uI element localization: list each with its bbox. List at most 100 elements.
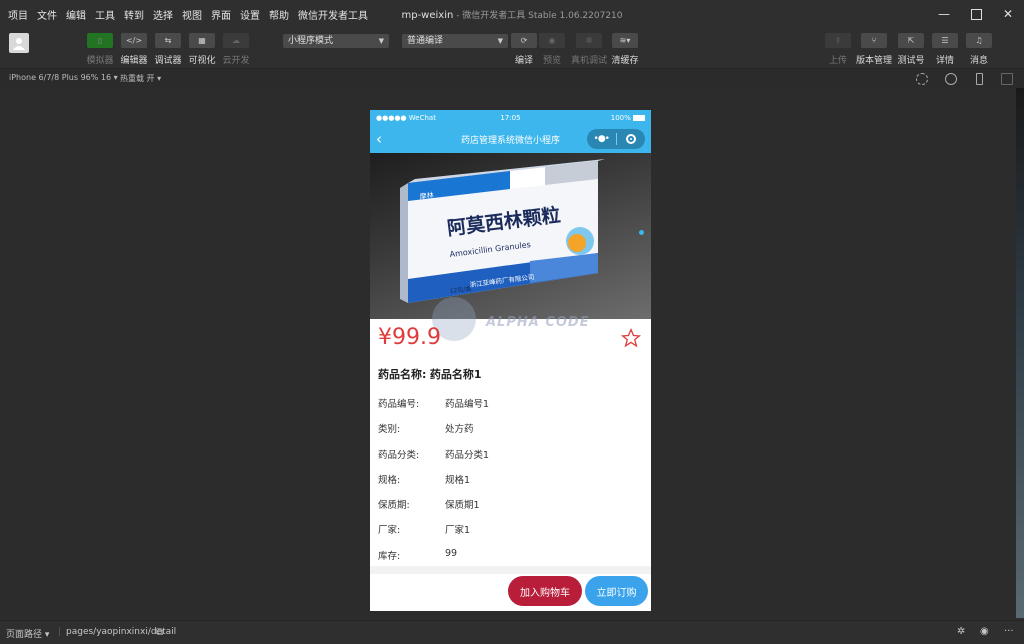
buy-now-button[interactable]: 立即订购 bbox=[585, 576, 648, 606]
mode-select[interactable]: 小程序模式 ▼ bbox=[283, 34, 389, 48]
maximize-icon[interactable] bbox=[960, 0, 992, 28]
swiper-indicator[interactable] bbox=[639, 230, 644, 235]
editor-button[interactable]: </> 编辑器 bbox=[120, 33, 148, 66]
menu-lines-icon: ☰ bbox=[932, 33, 958, 48]
hot-reload-toggle[interactable]: 热重载 开 ▾ bbox=[120, 73, 161, 84]
upload-label: 上传 bbox=[828, 56, 847, 66]
page-path-toggle[interactable]: 页面路径 ▾ bbox=[6, 627, 49, 640]
menu-help[interactable]: 帮助 bbox=[269, 7, 289, 22]
preview-button[interactable]: ◉ 预览 bbox=[538, 33, 566, 66]
version-button[interactable]: ⑂ 版本管理 bbox=[856, 33, 892, 66]
page-title: 药店管理系统微信小程序 bbox=[460, 135, 560, 146]
eye-icon[interactable]: ◉ bbox=[980, 626, 989, 637]
preview-label: 预览 bbox=[542, 56, 561, 66]
external-link-icon: ⇱ bbox=[898, 33, 924, 48]
compile-select[interactable]: 普通编译 ▼ bbox=[402, 34, 508, 48]
cloud-button[interactable]: ☁ 云开发 bbox=[222, 33, 250, 66]
simulator-label: 模拟器 bbox=[86, 56, 114, 66]
message-button[interactable]: ♫ 消息 bbox=[965, 33, 993, 66]
detail-value: 处方药 bbox=[445, 424, 474, 436]
device-select-value: iPhone 6/7/8 Plus 96% 16 bbox=[9, 73, 112, 82]
detail-label: 详情 bbox=[935, 56, 954, 66]
detail-button[interactable]: ☰ 详情 bbox=[931, 33, 959, 66]
menu-interface[interactable]: 界面 bbox=[211, 7, 231, 22]
loading-icon[interactable] bbox=[916, 73, 928, 85]
medicine-box-image: 阿莫西林颗粒 Amoxicillin Granules 摩林 12包/盒 浙江亚… bbox=[400, 159, 605, 303]
debug-icon: ⇆ bbox=[155, 33, 181, 48]
favorite-star-icon[interactable] bbox=[621, 328, 641, 348]
window-title-project: mp-weixin bbox=[401, 9, 454, 21]
menu-project[interactable]: 项目 bbox=[8, 7, 28, 22]
layout-icon: ▦ bbox=[189, 33, 215, 48]
more-icon[interactable]: •●• bbox=[587, 134, 616, 144]
drug-name-value: 药品名称1 bbox=[429, 368, 482, 381]
menu-edit[interactable]: 编辑 bbox=[66, 7, 86, 22]
phone-outline-icon[interactable] bbox=[976, 73, 983, 85]
detail-key: 保质期: bbox=[378, 500, 410, 512]
capsule-menu: •●• bbox=[587, 129, 645, 149]
action-bar: 加入购物车 立即订购 bbox=[370, 574, 651, 611]
detail-key: 药品编号: bbox=[378, 399, 420, 410]
product-image-swiper[interactable]: 阿莫西林颗粒 Amoxicillin Granules 摩林 12包/盒 浙江亚… bbox=[370, 153, 651, 319]
phone-status-bar: ●●●●● WeChat 17:05 100% bbox=[370, 110, 651, 125]
compile-button[interactable]: ⟳ 编译 bbox=[510, 33, 538, 66]
detail-value: 规格1 bbox=[445, 474, 471, 486]
window-controls: — ✕ bbox=[928, 0, 1024, 28]
copy-icon[interactable]: ⧉ bbox=[156, 627, 163, 638]
clear-cache-button[interactable]: ≋▾ 清缓存 bbox=[611, 33, 639, 66]
simulator-button[interactable]: ▯ 模拟器 bbox=[86, 33, 114, 66]
record-icon[interactable] bbox=[945, 73, 957, 85]
test-account-button[interactable]: ⇱ 测试号 bbox=[897, 33, 925, 66]
remote-debug-label: 真机调试 bbox=[571, 56, 608, 66]
simulator-subbar: iPhone 6/7/8 Plus 96% 16 ▾ 热重载 开 ▾ bbox=[0, 68, 1024, 88]
user-icon bbox=[13, 38, 25, 50]
detail-value: 厂家1 bbox=[445, 525, 471, 537]
menu-items: 项目 文件 编辑 工具 转到 选择 视图 界面 设置 帮助 微信开发者工具 bbox=[0, 7, 377, 22]
detail-value: 药品编号1 bbox=[445, 399, 490, 410]
avatar[interactable] bbox=[9, 33, 29, 53]
bug-icon[interactable]: ✲ bbox=[957, 626, 965, 637]
chevron-down-icon: ▼ bbox=[378, 37, 384, 45]
minimize-icon[interactable]: — bbox=[928, 0, 960, 28]
more-horizontal-icon[interactable]: ··· bbox=[1004, 626, 1014, 637]
detail-key: 类别: bbox=[378, 424, 401, 436]
detail-row: 药品编号: 药品编号1 bbox=[378, 396, 643, 421]
version-label: 版本管理 bbox=[856, 56, 893, 66]
visual-label: 可视化 bbox=[188, 56, 216, 66]
menu-select[interactable]: 选择 bbox=[153, 7, 173, 22]
detail-row: 保质期: 保质期1 bbox=[378, 497, 643, 522]
back-icon[interactable]: ‹ bbox=[376, 130, 382, 148]
add-to-cart-button[interactable]: 加入购物车 bbox=[508, 576, 582, 606]
detail-key: 厂家: bbox=[378, 525, 401, 537]
phone-simulator: ●●●●● WeChat 17:05 100% ‹ 药店管理系统微信小程序 •●… bbox=[370, 110, 651, 611]
separator: | bbox=[58, 627, 62, 637]
visual-button[interactable]: ▦ 可视化 bbox=[188, 33, 216, 66]
upload-button[interactable]: ⇪ 上传 bbox=[824, 33, 852, 66]
debugger-label: 调试器 bbox=[154, 56, 182, 66]
phone-icon: ▯ bbox=[87, 33, 113, 48]
menu-settings[interactable]: 设置 bbox=[240, 7, 260, 22]
price-row: ALPHA CODE ¥99.9 bbox=[370, 297, 651, 357]
menu-view[interactable]: 视图 bbox=[182, 7, 202, 22]
branch-icon: ⑂ bbox=[861, 33, 887, 48]
mode-select-value: 小程序模式 bbox=[288, 36, 334, 46]
compile-select-value: 普通编译 bbox=[407, 36, 444, 46]
chevron-down-icon: ▼ bbox=[497, 37, 503, 45]
menu-file[interactable]: 文件 bbox=[37, 7, 57, 22]
detach-window-icon[interactable] bbox=[1001, 73, 1013, 85]
close-icon[interactable]: ✕ bbox=[992, 0, 1024, 28]
detail-value: 保质期1 bbox=[445, 500, 480, 512]
editor-label: 编辑器 bbox=[120, 56, 148, 66]
device-select[interactable]: iPhone 6/7/8 Plus 96% 16 ▾ bbox=[9, 73, 118, 82]
menu-devtools[interactable]: 微信开发者工具 bbox=[298, 7, 368, 22]
remote-debug-button[interactable]: ✲ 真机调试 bbox=[571, 33, 607, 66]
background-image-strip bbox=[1016, 88, 1024, 618]
close-miniprogram-icon[interactable] bbox=[617, 134, 646, 144]
clear-cache-label: 清缓存 bbox=[611, 56, 639, 66]
menu-tools[interactable]: 工具 bbox=[95, 7, 115, 22]
debugger-button[interactable]: ⇆ 调试器 bbox=[154, 33, 182, 66]
cloud-label: 云开发 bbox=[222, 56, 250, 66]
detail-row: 药品分类: 药品分类1 bbox=[378, 447, 643, 472]
detail-row: 类别: 处方药 bbox=[378, 421, 643, 446]
menu-goto[interactable]: 转到 bbox=[124, 7, 144, 22]
